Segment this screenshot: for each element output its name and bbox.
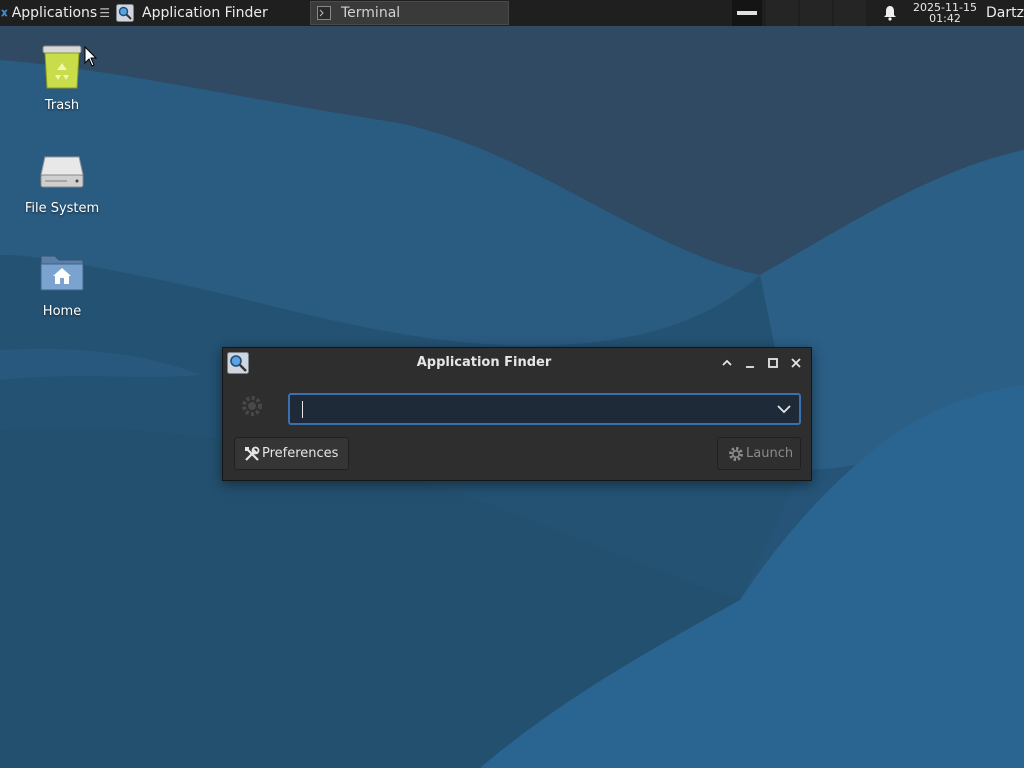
window-titlebar[interactable]: Application Finder xyxy=(223,348,811,378)
bell-icon xyxy=(884,6,896,21)
taskbar-item-label: Application Finder xyxy=(142,5,268,21)
applications-menu-label: Applications xyxy=(11,5,98,21)
mouse-pointer-icon xyxy=(84,46,98,67)
maximize-icon xyxy=(768,358,778,368)
desktop-icon-label: Home xyxy=(42,304,82,319)
search-icon xyxy=(116,4,134,22)
terminal-icon xyxy=(317,6,331,20)
shade-button[interactable] xyxy=(717,353,737,373)
top-panel: Applications ☰ Application Finder Termin… xyxy=(0,0,1024,26)
taskbar-item-label: Terminal xyxy=(341,5,401,21)
close-button[interactable] xyxy=(786,353,806,373)
taskbar-item-terminal[interactable]: Terminal xyxy=(310,1,509,25)
window-title: Application Finder xyxy=(416,355,552,370)
workspace-3[interactable] xyxy=(834,0,866,26)
desktop-icon-file-system[interactable]: File System xyxy=(12,145,112,216)
workspace-1[interactable] xyxy=(766,0,798,26)
notifications-bell-icon[interactable] xyxy=(880,0,900,26)
home-folder-icon xyxy=(40,255,84,291)
maximize-button[interactable] xyxy=(763,353,783,373)
chevron-down-icon[interactable] xyxy=(775,401,793,417)
tray-indicator[interactable] xyxy=(732,0,762,26)
preferences-button[interactable]: Preferences xyxy=(234,437,349,470)
close-icon xyxy=(791,358,801,368)
trash-icon xyxy=(42,45,82,89)
command-input[interactable] xyxy=(296,397,774,421)
desktop-icon-label: File System xyxy=(24,201,100,216)
gear-icon xyxy=(729,446,743,461)
launch-label: Launch xyxy=(746,446,794,461)
text-caret xyxy=(302,401,303,418)
tools-icon xyxy=(245,446,260,461)
minimize-icon xyxy=(746,366,754,368)
applications-menu-button[interactable]: Applications ☰ xyxy=(0,0,110,26)
desktop: Applications ☰ Application Finder Termin… xyxy=(0,0,1024,768)
preferences-label: Preferences xyxy=(262,446,339,461)
gear-icon xyxy=(242,396,262,416)
user-menu[interactable]: Dartz xyxy=(986,0,1024,26)
xfce-logo-icon xyxy=(1,9,8,17)
minimize-button[interactable] xyxy=(740,353,760,373)
minimize-bar-icon xyxy=(737,11,757,15)
desktop-icon-label: Trash xyxy=(44,98,80,113)
command-combobox[interactable] xyxy=(288,393,801,425)
drive-icon xyxy=(40,156,84,188)
clock-time: 01:42 xyxy=(929,12,961,25)
launch-button[interactable]: Launch xyxy=(717,437,801,470)
taskbar-item-application-finder[interactable]: Application Finder xyxy=(110,1,308,25)
user-name: Dartz xyxy=(986,5,1024,21)
desktop-icon-home[interactable]: Home xyxy=(12,248,112,319)
clock[interactable]: 2025-11-15 01:42 xyxy=(908,0,982,26)
application-finder-window: Application Finder Preferences Launch xyxy=(222,347,812,481)
workspace-2[interactable] xyxy=(800,0,832,26)
chevron-up-icon xyxy=(722,359,732,366)
menu-grip-icon: ☰ xyxy=(99,6,110,20)
